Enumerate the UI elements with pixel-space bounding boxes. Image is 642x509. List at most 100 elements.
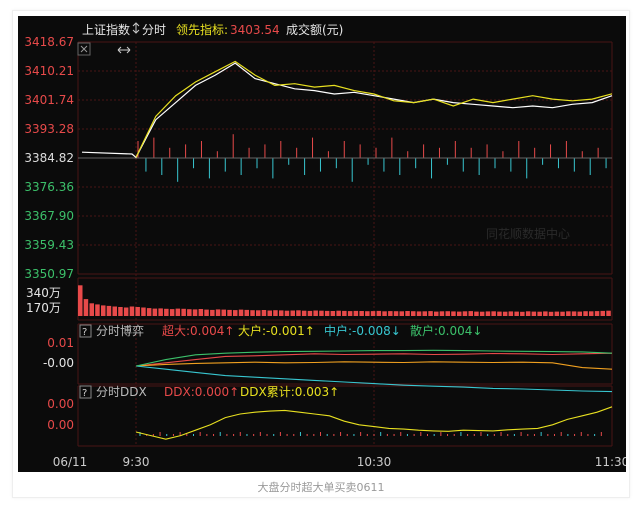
turnover-bar [537,311,542,316]
turnover-bar [210,309,215,316]
turnover-bar [141,307,146,316]
turnover-bar [497,311,502,316]
turnover-bar [301,310,307,316]
turnover-bar [336,310,341,316]
turnover-bar [204,309,209,316]
turnover-bar [560,311,565,316]
grid [77,41,613,447]
turnover-tick-top: 340万 [26,286,61,300]
turnover-bar [347,311,353,316]
x-tick-label: 10:30 [357,455,392,469]
turnover-bar [439,311,445,316]
close-icon[interactable] [77,42,91,56]
turnover-bar [238,309,244,316]
turnover-bar [227,309,232,316]
turnover-bar [146,308,152,316]
turnover-bar [290,310,295,316]
turnover-bar [233,310,238,316]
flow-zhonghu: 中户:-0.008↓ [324,323,401,338]
turnover-bar [353,310,359,316]
y-tick-label: 3410.21 [24,64,74,78]
turnover-tick-mid: 170万 [26,301,61,315]
turnover-bar [256,310,261,316]
turnover-bar [313,310,318,316]
expand-icon[interactable] [117,46,131,54]
turnover-bar [158,308,163,316]
turnover-bar [566,311,571,316]
turnover-bar [577,311,582,316]
turnover-bar [370,311,376,316]
turnover-bar [101,305,106,316]
y-tick-label: 3367.90 [24,209,74,223]
ddx-tick-top: 0.00 [47,397,74,411]
turnover-bar [514,311,519,316]
flow-tick-top: 0.01 [47,336,74,350]
leading-indicator-value: 3403.54 [230,23,280,37]
turnover-bar [284,310,290,316]
turnover-bar [508,311,514,316]
leading-indicator-label: 领先指标: [176,22,228,37]
y-tick-label: 3359.43 [24,238,74,252]
turnover-bar [388,311,393,316]
turnover-bar [428,311,433,316]
turnover-bar [118,307,123,316]
turnover-bar [543,311,548,316]
turnover-bar [106,305,112,316]
y-tick-label: 3418.67 [24,35,74,49]
turnover-bar [376,310,382,316]
turnover-bar [589,311,594,316]
drag-handle-icon[interactable] [132,22,140,34]
y-tick-label: 3384.82 [24,151,74,165]
x-tick-label: 06/11 [53,455,88,469]
turnover-bar [198,309,204,316]
x-tick-label: 9:30 [123,455,150,469]
turnover-bar [531,311,537,316]
turnover-bar [181,308,186,316]
turnover-bar [502,311,508,316]
y-tick-label: 3401.74 [24,93,74,107]
turnover-bar [594,311,600,316]
ddx-sum-value: DDX累计:0.003↑ [240,385,339,399]
turnover-bar [187,309,192,316]
turnover-bar [296,310,301,316]
turnover-bar [342,310,347,316]
turnover-bar [279,310,284,316]
turnover-bar [451,311,456,316]
turnover-bar [89,303,94,316]
turnover-bar [123,307,129,316]
svg-text:?: ? [82,327,87,338]
turnover-bar [215,309,221,316]
turnover-bar [485,311,491,316]
flow-tick-zero: -0.00 [43,356,74,370]
turnover-bar [307,310,313,316]
turnover-bar [474,311,479,316]
help-icon[interactable]: ? [79,385,92,399]
turnover-bar [330,311,336,316]
volume-label: 成交额(元) [286,22,343,37]
turnover-bar [462,311,468,316]
turnover-bar [359,311,364,316]
turnover-bar [491,311,496,316]
turnover-bar [520,311,525,316]
turnover-bar [457,311,462,316]
flow-panel-title: 分时博弈 [96,323,144,338]
turnover-bar [135,307,140,316]
turnover-bar [479,311,485,316]
turnover-bar [554,311,560,316]
period-label: 分时 [142,23,166,37]
turnover-bar [152,308,158,316]
help-icon[interactable]: ? [79,324,92,338]
flow-dahu: 大户:-0.001↑ [238,323,315,338]
turnover-bar [192,309,198,316]
turnover-bar [434,311,439,316]
turnover-bar [606,310,611,316]
svg-text:?: ? [82,388,87,399]
turnover-bar [411,311,416,316]
turnover-bar [393,311,399,316]
turnover-bar [548,311,554,316]
turnover-bar [468,311,473,316]
caption: 大盘分时超大单买卖0611 [257,481,385,494]
turnover-bar [416,311,422,316]
turnover-bar [95,304,100,316]
intraday-chart: 上证指数 分时 领先指标: 3403.54 成交额(元) 同花顺数据中心 340… [24,22,626,469]
